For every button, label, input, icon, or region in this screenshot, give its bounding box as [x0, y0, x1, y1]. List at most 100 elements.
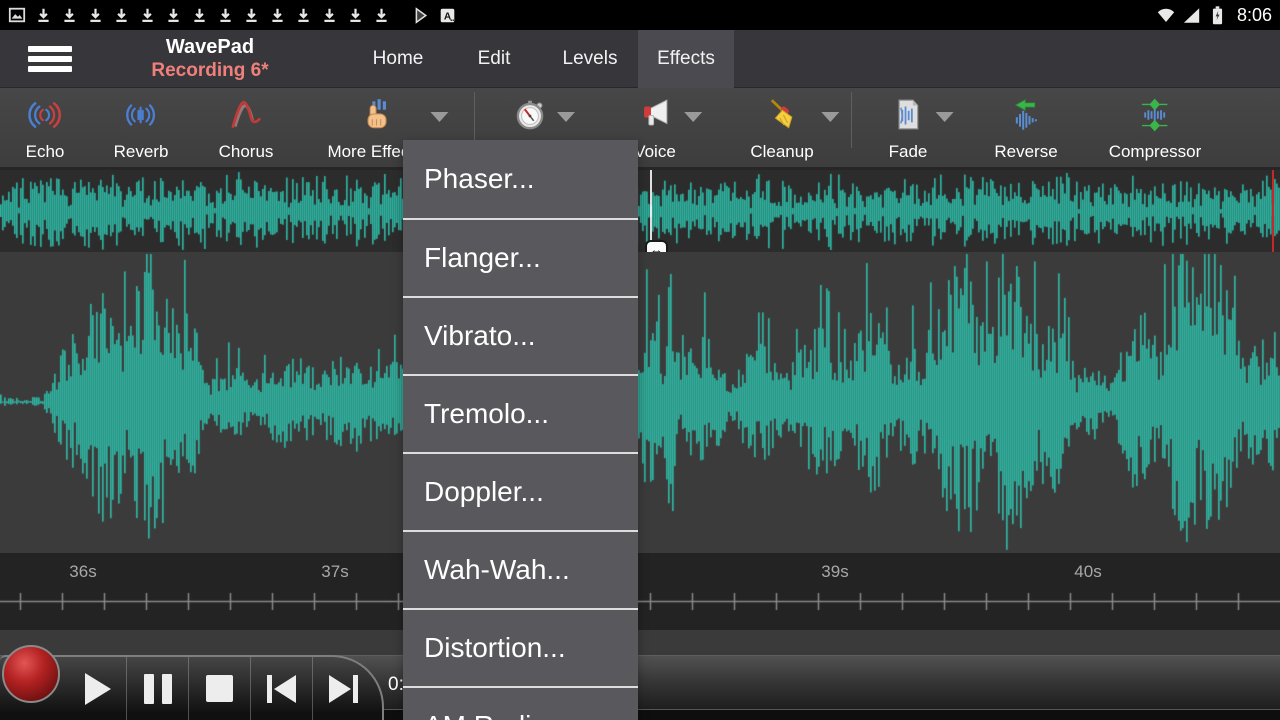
- menu-item-wah-wah[interactable]: Wah-Wah...: [403, 530, 638, 608]
- ribbon-tabs: HomeEditLevelsEffects: [350, 30, 734, 88]
- overview-strip: ↔: [0, 168, 1280, 252]
- skip-back-icon: [267, 675, 296, 703]
- toolbar-item-reverb[interactable]: Reverb: [114, 88, 169, 168]
- transport-buttons: [64, 657, 374, 720]
- pause-button[interactable]: [126, 657, 188, 720]
- effects-toolbar: EchoReverbChorusMore EffectsVoiceCleanup…: [0, 88, 1280, 168]
- voice-icon: [636, 96, 674, 134]
- toolbar-divider: [851, 92, 852, 148]
- skip-forward-button[interactable]: [312, 657, 374, 720]
- tab-edit[interactable]: Edit: [446, 30, 542, 88]
- menu-item-phaser[interactable]: Phaser...: [403, 140, 638, 218]
- chevron-down-icon[interactable]: [822, 112, 840, 122]
- toolbar-item-cleanup[interactable]: Cleanup: [750, 88, 813, 168]
- toolbar-item-voice[interactable]: Voice: [634, 88, 676, 168]
- time-label: 36s: [69, 562, 96, 582]
- toolbar-item-fade[interactable]: Fade: [889, 88, 928, 168]
- download-icon: [86, 5, 104, 25]
- chevron-down-icon[interactable]: [935, 112, 953, 122]
- toolbar-item-label: Compressor: [1109, 142, 1202, 162]
- tab-effects[interactable]: Effects: [638, 30, 734, 88]
- download-icon: [216, 5, 234, 25]
- toolbar-item-label: Reverse: [994, 142, 1057, 162]
- toolbar-item-label: Chorus: [219, 142, 274, 162]
- menu-item-doppler[interactable]: Doppler...: [403, 452, 638, 530]
- clock: 8:06: [1237, 5, 1272, 26]
- menu-item-flanger[interactable]: Flanger...: [403, 218, 638, 296]
- chevron-down-icon[interactable]: [557, 112, 575, 122]
- timeline: 36s 37s 39s 40s: [0, 553, 1280, 630]
- toolbar-item-chorus[interactable]: Chorus: [219, 88, 274, 168]
- download-icon: [372, 5, 390, 25]
- download-icon: [34, 5, 52, 25]
- download-icon: [294, 5, 312, 25]
- time-label: 39s: [821, 562, 848, 582]
- toolbar-item-label: Echo: [26, 142, 65, 162]
- image-icon: [8, 5, 26, 25]
- letter-a-icon: A: [438, 5, 456, 25]
- chevron-down-icon[interactable]: [431, 112, 449, 122]
- download-icon: [60, 5, 78, 25]
- time-label: 40s: [1074, 562, 1101, 582]
- wifi-icon: [1157, 5, 1175, 25]
- stop-icon: [206, 675, 233, 702]
- battery-charging-icon: [1209, 5, 1227, 25]
- download-icon: [320, 5, 338, 25]
- svg-text:A: A: [443, 11, 451, 22]
- menu-item-am-radio[interactable]: AM Radio...: [403, 686, 638, 720]
- fade-icon: [889, 96, 927, 134]
- toolbar-item-label: Fade: [889, 142, 928, 162]
- toolbar-item-label: Voice: [634, 142, 676, 162]
- wavepad-app: A 8:06 WavePad Recording 6* HomeEditLeve…: [0, 0, 1280, 720]
- toolbar-item-label: Reverb: [114, 142, 169, 162]
- overview-waveform[interactable]: [0, 170, 1280, 252]
- cleanup-icon: [763, 96, 801, 134]
- timeline-ruler[interactable]: [0, 589, 1280, 615]
- record-button[interactable]: [2, 645, 60, 703]
- app-title: WavePad: [90, 35, 330, 59]
- download-icon: [112, 5, 130, 25]
- title-block: WavePad Recording 6*: [90, 35, 330, 83]
- download-icon: [242, 5, 260, 25]
- more-effects-icon: [356, 96, 394, 134]
- skip-forward-icon: [329, 675, 358, 703]
- reverse-icon: [1007, 96, 1045, 134]
- status-bar: A 8:06: [0, 0, 1280, 30]
- download-icon: [190, 5, 208, 25]
- compressor-icon: [1136, 96, 1174, 134]
- menu-item-distortion[interactable]: Distortion...: [403, 608, 638, 686]
- toolbar-item-reverse[interactable]: Reverse: [994, 88, 1057, 168]
- menu-icon[interactable]: [28, 46, 72, 72]
- download-icon: [346, 5, 364, 25]
- main-waveform[interactable]: [0, 252, 1280, 553]
- download-icon: [164, 5, 182, 25]
- stop-button[interactable]: [188, 657, 250, 720]
- time-label: 37s: [321, 562, 348, 582]
- cell-signal-icon: [1183, 5, 1201, 25]
- play-icon: [85, 673, 111, 705]
- menu-item-tremolo[interactable]: Tremolo...: [403, 374, 638, 452]
- timeline-gap: [0, 630, 1280, 655]
- play-button[interactable]: [64, 657, 126, 720]
- tab-home[interactable]: Home: [350, 30, 446, 88]
- overview-end-marker: [1272, 170, 1274, 254]
- toolbar-item-echo[interactable]: Echo: [26, 88, 65, 168]
- playback-time: 0:: [388, 674, 404, 696]
- chorus-icon: [227, 96, 265, 134]
- toolbar-item-label: Cleanup: [750, 142, 813, 162]
- document-title: Recording 6*: [90, 59, 330, 83]
- pause-icon: [144, 674, 172, 704]
- tab-levels[interactable]: Levels: [542, 30, 638, 88]
- more-effects-menu: Phaser...Flanger...Vibrato...Tremolo...D…: [403, 140, 638, 720]
- skip-back-button[interactable]: [250, 657, 312, 720]
- chevron-down-icon[interactable]: [684, 112, 702, 122]
- reverb-icon: [122, 96, 160, 134]
- notification-icons: A: [8, 5, 456, 25]
- download-icon: [138, 5, 156, 25]
- download-icon: [268, 5, 286, 25]
- toolbar-item-compressor[interactable]: Compressor: [1109, 88, 1202, 168]
- app-header: WavePad Recording 6* HomeEditLevelsEffec…: [0, 30, 1280, 88]
- play-store-icon: [412, 5, 430, 25]
- menu-item-vibrato[interactable]: Vibrato...: [403, 296, 638, 374]
- echo-icon: [26, 96, 64, 134]
